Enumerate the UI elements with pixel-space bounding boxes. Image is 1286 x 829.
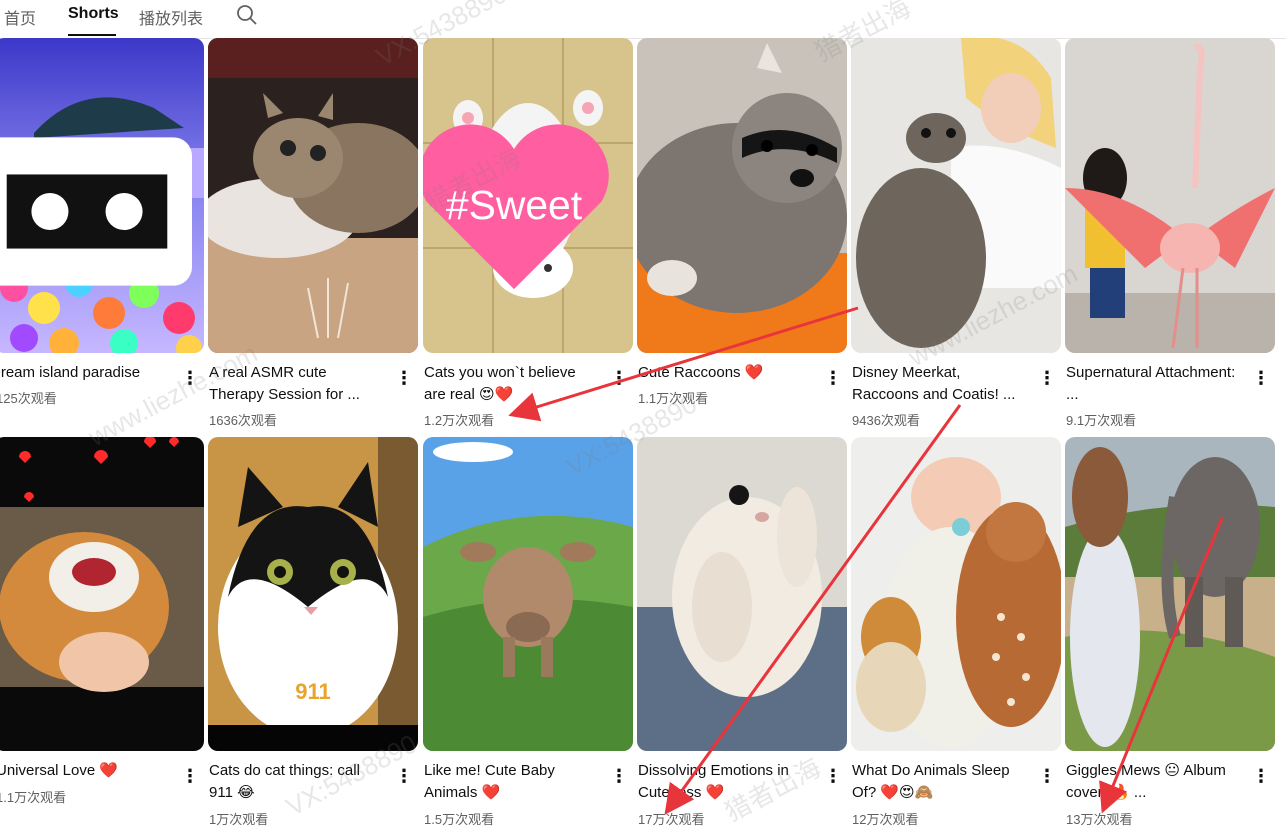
sweet-heart-badge-icon: #Sweet (423, 124, 609, 290)
thumbnail-image: 911 (208, 437, 418, 751)
tab-home[interactable]: 首页 (4, 5, 36, 29)
thumbnail-image (637, 38, 847, 353)
svg-text:911: 911 (295, 679, 331, 704)
short-title[interactable]: Cute Raccoons ❤️ (638, 362, 810, 384)
short-title[interactable]: Giggles Mews 😐 Album cover! 🔥 ... (1066, 760, 1238, 804)
short-title[interactable]: Cats you won`t believe are real 😍❤️ (424, 362, 596, 406)
short-title[interactable]: Like me! Cute Baby Animals ❤️ (424, 760, 596, 804)
more-actions-icon[interactable]: ⋮ (609, 764, 629, 788)
view-count: 1.2万次观看 (424, 413, 495, 428)
short-title[interactable]: Dissolving Emotions in Cuteness ❤️ (638, 760, 810, 804)
short-thumbnail[interactable] (1065, 437, 1275, 751)
view-count: 1.1万次观看 (0, 790, 67, 805)
thumbnail-image (1065, 38, 1275, 353)
short-thumbnail[interactable] (423, 437, 633, 751)
thumbnail-image (423, 437, 633, 751)
search-icon (237, 5, 257, 25)
tab-playlists[interactable]: 播放列表 (139, 5, 203, 29)
short-thumbnail[interactable]: #Sweet (423, 38, 633, 353)
short-thumbnail[interactable] (637, 437, 847, 751)
thumbnail-image (1065, 437, 1275, 751)
short-title[interactable]: What Do Animals Sleep Of? ❤️😍🙈 (852, 760, 1024, 804)
more-actions-icon[interactable]: ⋮ (1251, 764, 1271, 788)
short-title[interactable]: Supernatural Attachment: ... (1066, 362, 1238, 406)
more-actions-icon[interactable]: ⋮ (1037, 764, 1057, 788)
short-title[interactable]: Dream island paradise (0, 362, 162, 384)
channel-logo-icon (0, 137, 192, 286)
short-title[interactable]: A real ASMR cute Therapy Session for ... (209, 362, 381, 406)
thumbnail-image (208, 38, 418, 353)
view-count: 17万次观看 (638, 812, 705, 827)
svg-text:#Sweet: #Sweet (446, 182, 583, 228)
short-title[interactable]: Disney Meerkat, Raccoons and Coatis! ... (852, 362, 1024, 406)
more-actions-icon[interactable]: ⋮ (180, 764, 200, 788)
short-title[interactable]: Universal Love ❤️ (0, 760, 168, 782)
view-count: 13万次观看 (1066, 812, 1133, 827)
more-actions-icon[interactable]: ⋮ (180, 366, 200, 390)
more-actions-icon[interactable]: ⋮ (1251, 366, 1271, 390)
view-count: 1.5万次观看 (424, 812, 495, 827)
short-thumbnail[interactable] (637, 38, 847, 353)
view-count: 1636次观看 (209, 413, 277, 428)
view-count: 9436次观看 (852, 413, 920, 428)
more-actions-icon[interactable]: ⋮ (823, 366, 843, 390)
short-thumbnail[interactable] (851, 38, 1061, 353)
view-count: 1万次观看 (209, 812, 269, 827)
search-button[interactable] (236, 4, 258, 26)
active-tab-indicator (68, 34, 116, 36)
view-count: 9.1万次观看 (1066, 413, 1137, 428)
short-thumbnail[interactable] (0, 437, 204, 751)
short-thumbnail[interactable] (0, 38, 204, 353)
channel-tab-bar: 首页 Shorts 播放列表 (0, 0, 1286, 39)
thumbnail-image (851, 38, 1061, 353)
short-thumbnail[interactable]: 911 (208, 437, 418, 751)
more-actions-icon[interactable]: ⋮ (394, 366, 414, 390)
more-actions-icon[interactable]: ⋮ (394, 764, 414, 788)
view-count: 1.1万次观看 (638, 391, 709, 406)
short-title[interactable]: Cats do cat things: call 911 😂 (209, 760, 381, 804)
thumbnail-image (851, 437, 1061, 751)
short-thumbnail[interactable] (208, 38, 418, 353)
more-actions-icon[interactable]: ⋮ (609, 366, 629, 390)
view-count: 125次观看 (0, 391, 57, 406)
view-count: 12万次观看 (852, 812, 919, 827)
thumbnail-image (637, 437, 847, 751)
more-actions-icon[interactable]: ⋮ (823, 764, 843, 788)
tab-shorts[interactable]: Shorts (68, 5, 119, 23)
short-thumbnail[interactable] (851, 437, 1061, 751)
more-actions-icon[interactable]: ⋮ (1037, 366, 1057, 390)
thumbnail-image (0, 437, 204, 751)
short-thumbnail[interactable] (1065, 38, 1275, 353)
